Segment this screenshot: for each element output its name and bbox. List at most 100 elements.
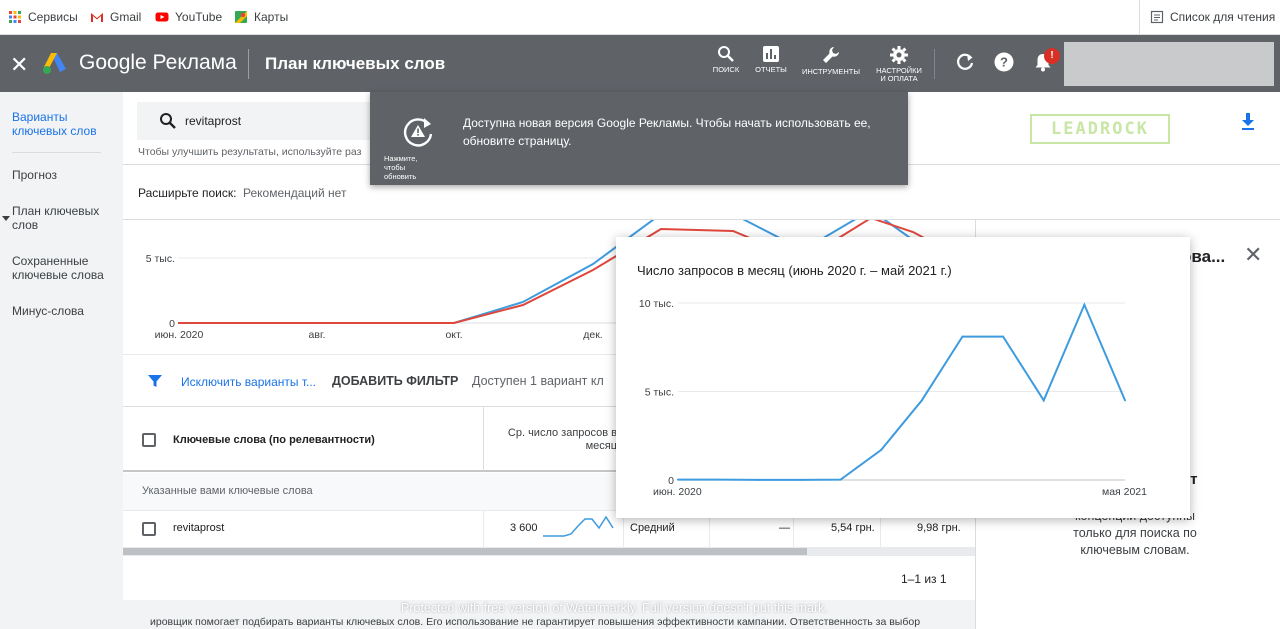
- refresh-hint-line: чтобы: [384, 163, 406, 172]
- bookmark-gmail[interactable]: Gmail: [90, 10, 141, 24]
- data-point: [1124, 399, 1126, 402]
- search-tool-button[interactable]: ПОИСК: [710, 45, 742, 74]
- keyword-search-input[interactable]: revitaprost: [137, 102, 377, 140]
- monthly-searches-popup: Число запросов в месяц (июнь 2020 г. – м…: [616, 237, 1190, 518]
- pagination: 1–1 из 1: [123, 556, 975, 600]
- data-point: [677, 478, 679, 481]
- search-hint: Чтобы улучшить результаты, используйте р…: [138, 146, 362, 158]
- tool-label: ОТЧЕТЫ: [755, 65, 787, 74]
- sidebar-item-label: Минус-слова: [12, 304, 84, 318]
- tool-label: ИНСТРУМЕНТЫ: [801, 67, 861, 76]
- y-tick-label: 5 тыс.: [146, 253, 175, 265]
- divider: [934, 49, 935, 79]
- pagination-count: 1–1 из 1: [901, 572, 947, 586]
- data-point: [758, 478, 761, 481]
- search-icon: [160, 113, 176, 129]
- data-point: [880, 448, 883, 451]
- data-point: [839, 478, 842, 481]
- x-tick-label: дек.: [583, 329, 602, 341]
- divider: [1139, 0, 1140, 35]
- account-area-blurred[interactable]: [1064, 42, 1274, 86]
- toast-message: Доступна новая версия Google Рекламы. Чт…: [463, 116, 871, 148]
- sidebar-item-label: План ключевых: [12, 204, 100, 218]
- keyword-column-header[interactable]: Ключевые слова (по релевантности): [173, 434, 375, 446]
- competition-cell: Средний: [630, 522, 675, 534]
- bookmarks-bar: Сервисы Gmail YouTube Карты Список для ч…: [0, 0, 1280, 35]
- google-ads-logo: [43, 53, 66, 74]
- reports-icon: [763, 46, 779, 62]
- select-all-checkbox[interactable]: [142, 433, 156, 447]
- header-label: месяц: [585, 440, 617, 452]
- instruments-tool-button[interactable]: ИНСТРУМЕНТЫ: [800, 45, 862, 76]
- download-icon[interactable]: [1240, 112, 1256, 132]
- wrench-icon: [823, 47, 839, 63]
- x-tick-label: авг.: [309, 329, 326, 341]
- series-line: [678, 302, 1126, 481]
- sidebar-item-forecast[interactable]: Прогноз: [12, 168, 57, 182]
- sidebar-item-keyword-ideas[interactable]: Варианты ключевых слов: [12, 110, 97, 138]
- expand-label: Расширьте поиск:: [138, 186, 237, 200]
- disclaimer-text: ировщик помогает подбирать варианты ключ…: [150, 616, 921, 628]
- divider: [12, 152, 101, 153]
- refresh-warning-icon[interactable]: [400, 114, 436, 150]
- y-tick-label: 5 тыс.: [645, 387, 674, 399]
- exclude-filter-chip[interactable]: Исключить варианты т...: [181, 375, 316, 389]
- refresh-hint: Нажмите, чтобы обновить: [384, 154, 436, 181]
- apps-icon: [9, 11, 21, 23]
- sidebar-item-negative-keywords[interactable]: Минус-слова: [12, 304, 84, 318]
- divider: [483, 511, 484, 547]
- sidebar-item-saved-keywords[interactable]: Сохраненные ключевые слова: [12, 254, 104, 282]
- tool-label: ПОИСК: [712, 65, 740, 74]
- horizontal-scrollbar[interactable]: [123, 547, 975, 556]
- expand-value: Рекомендаций нет: [243, 186, 347, 200]
- sidebar-item-label: Варианты: [12, 110, 68, 124]
- caret-down-icon[interactable]: [2, 216, 10, 221]
- data-point: [920, 399, 923, 402]
- page-title: План ключевых слов: [265, 54, 446, 73]
- refresh-icon[interactable]: [954, 51, 976, 73]
- search-query: revitaprost: [185, 114, 242, 128]
- app-header: ✕ Google Реклама План ключевых слов ПОИС…: [0, 35, 1280, 92]
- popup-chart-svg: 10 тыс.5 тыс.0июн. 2020 мая 2021: [639, 298, 1147, 498]
- update-notification-toast[interactable]: Нажмите, чтобы обновить Доступна новая в…: [370, 92, 908, 185]
- refresh-hint-line: Нажмите,: [384, 154, 418, 163]
- reports-tool-button[interactable]: ОТЧЕТЫ: [752, 45, 790, 74]
- bookmark-label: Gmail: [110, 10, 142, 24]
- reading-list-label: Список для чтения: [1170, 10, 1276, 24]
- bookmark-services[interactable]: Сервисы: [8, 10, 78, 24]
- avg-searches-column-header[interactable]: Ср. число запросов в месяц: [483, 407, 623, 471]
- scrollbar-thumb[interactable]: [123, 548, 807, 555]
- close-icon[interactable]: ✕: [1244, 242, 1262, 268]
- x-tick-label: мая 2021: [1102, 486, 1147, 498]
- maps-icon: [235, 11, 247, 23]
- row-checkbox[interactable]: [142, 522, 156, 536]
- add-filter-button[interactable]: ДОБАВИТЬ ФИЛЬТР: [332, 374, 458, 388]
- disclaimer-footer: ировщик помогает подбирать варианты ключ…: [123, 600, 975, 629]
- gmail-icon: [91, 13, 103, 22]
- tool-label: И ОПЛАТА: [880, 74, 918, 83]
- sidebar-item-keyword-plan[interactable]: План ключевых слов: [12, 204, 99, 232]
- sidebar-item-label: Сохраненные: [12, 254, 89, 268]
- keyword-cell: revitaprost: [173, 522, 225, 534]
- data-point: [798, 478, 801, 481]
- close-icon[interactable]: ✕: [10, 52, 28, 78]
- search-icon: [718, 46, 734, 62]
- help-icon[interactable]: ?: [993, 51, 1015, 73]
- trend-sparkline: [543, 516, 614, 537]
- sidebar-item-label: слов: [12, 218, 39, 232]
- sidebar-item-label: Прогноз: [12, 168, 58, 182]
- bookmark-youtube[interactable]: YouTube: [155, 10, 222, 24]
- gear-icon: [890, 46, 908, 64]
- impression-share-cell: —: [779, 522, 790, 534]
- bid-low-cell: 5,54 грн.: [831, 522, 875, 534]
- svg-text:?: ?: [1000, 55, 1008, 70]
- x-tick-label: июн. 2020: [155, 329, 204, 341]
- settings-tool-button[interactable]: НАСТРОЙКИ И ОПЛАТА: [870, 45, 928, 83]
- bookmark-maps[interactable]: Карты: [234, 10, 288, 24]
- sidebar-item-label: ключевые слова: [12, 268, 104, 282]
- watermark-text: Protected with free version of Watermark…: [401, 601, 828, 615]
- x-tick-label: июн. 2020: [653, 486, 702, 498]
- reading-list[interactable]: Список для чтения: [1150, 10, 1275, 24]
- filter-icon[interactable]: [147, 373, 163, 389]
- data-point: [1042, 399, 1045, 402]
